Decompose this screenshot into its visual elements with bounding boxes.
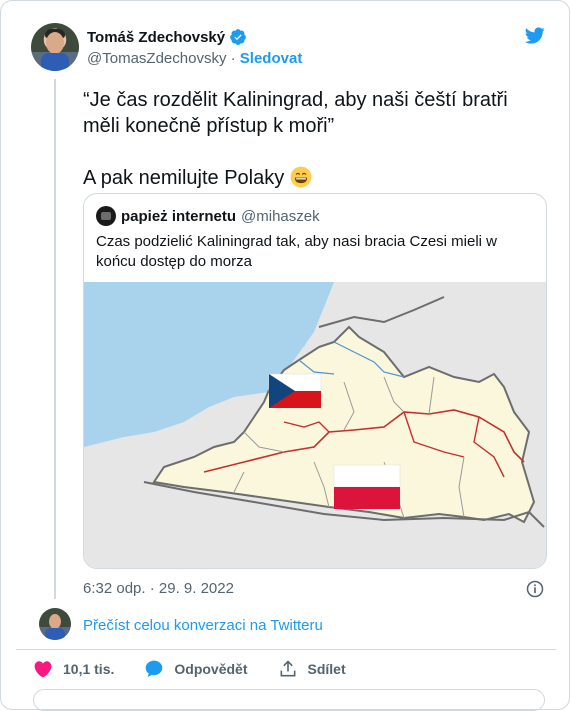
verified-badge-icon <box>230 29 246 45</box>
quoted-author-avatar[interactable] <box>96 206 116 226</box>
author-handle-row: @TomasZdechovsky · Sledovat <box>87 50 302 67</box>
read-conversation-link[interactable]: Přečíst celou konverzaci na Twitteru <box>83 617 323 634</box>
follow-button[interactable]: Sledovat <box>240 50 303 67</box>
author-handle[interactable]: @TomasZdechovsky <box>87 50 226 67</box>
kaliningrad-map-image[interactable] <box>84 282 547 569</box>
quoted-tweet[interactable]: papież internetu @mihaszek Czas podzieli… <box>83 193 547 569</box>
author-name-row: Tomáš Zdechovský <box>87 28 247 46</box>
share-button[interactable]: Sdílet <box>278 659 346 679</box>
twitter-bird-icon[interactable] <box>522 25 547 46</box>
grinning-face-emoji-icon <box>290 166 312 188</box>
heart-icon <box>34 661 52 678</box>
quoted-author-row: papież internetu @mihaszek <box>96 206 320 226</box>
tweet-timestamp[interactable]: 6:32 odp. · 29. 9. 2022 <box>83 580 234 597</box>
share-label: Sdílet <box>307 661 346 677</box>
tweet-line-1: “Je čas rozdělit Kaliningrad, aby naši č… <box>83 89 508 137</box>
tweet-text: “Je čas rozdělit Kaliningrad, aby naši č… <box>83 87 543 191</box>
read-replies-button[interactable] <box>33 689 545 711</box>
czech-flag <box>268 373 322 408</box>
author-avatar-small[interactable] <box>39 608 71 640</box>
thread-line <box>54 79 56 599</box>
reply-icon <box>146 660 163 677</box>
tweet-actions: 10,1 tis. Odpovědět Sdílet <box>33 659 376 679</box>
reply-button[interactable]: Odpovědět <box>144 659 248 679</box>
divider <box>16 649 556 650</box>
avatar-shirt <box>41 53 69 71</box>
avatar-shirt <box>45 628 65 640</box>
like-count: 10,1 tis. <box>63 661 115 677</box>
author-name[interactable]: Tomáš Zdechovský <box>87 29 225 46</box>
quoted-author-name[interactable]: papież internetu <box>121 208 236 225</box>
author-avatar[interactable] <box>31 23 79 71</box>
share-icon <box>280 660 295 677</box>
reply-label: Odpovědět <box>174 661 248 677</box>
avatar-face <box>49 614 61 629</box>
separator-dot: · <box>230 50 236 67</box>
tweet-line-2-text: A pak nemilujte Polaky <box>83 167 285 189</box>
embedded-tweet-card: Tomáš Zdechovský @TomasZdechovsky · Sled… <box>0 0 570 711</box>
like-button[interactable]: 10,1 tis. <box>33 659 114 679</box>
tweet-line-2: A pak nemilujte Polaky <box>83 165 543 191</box>
avatar-face <box>46 32 64 54</box>
quoted-tweet-text: Czas podzielić Kaliningrad tak, aby nasi… <box>96 233 498 270</box>
info-icon[interactable] <box>525 579 545 599</box>
polish-flag <box>333 464 401 509</box>
quoted-author-handle[interactable]: @mihaszek <box>241 208 320 225</box>
